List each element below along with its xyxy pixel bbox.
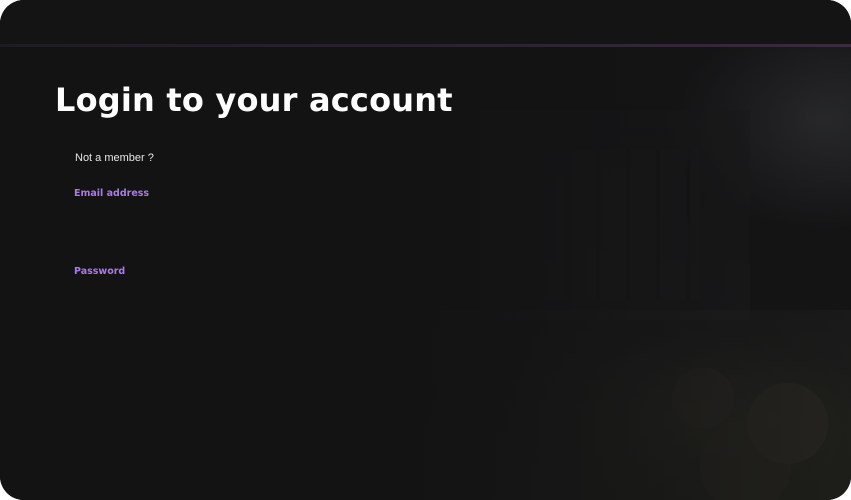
page-title: Login to your account [55, 81, 453, 119]
login-window: Login to your account Not a member ? Ema… [0, 0, 851, 500]
email-field[interactable] [74, 206, 404, 236]
not-member-link[interactable]: Not a member ? [75, 151, 154, 165]
password-label: Password [74, 266, 126, 277]
email-label: Email address [74, 188, 150, 199]
login-form: Login to your account Not a member ? Ema… [0, 0, 851, 500]
password-field[interactable] [74, 284, 404, 314]
